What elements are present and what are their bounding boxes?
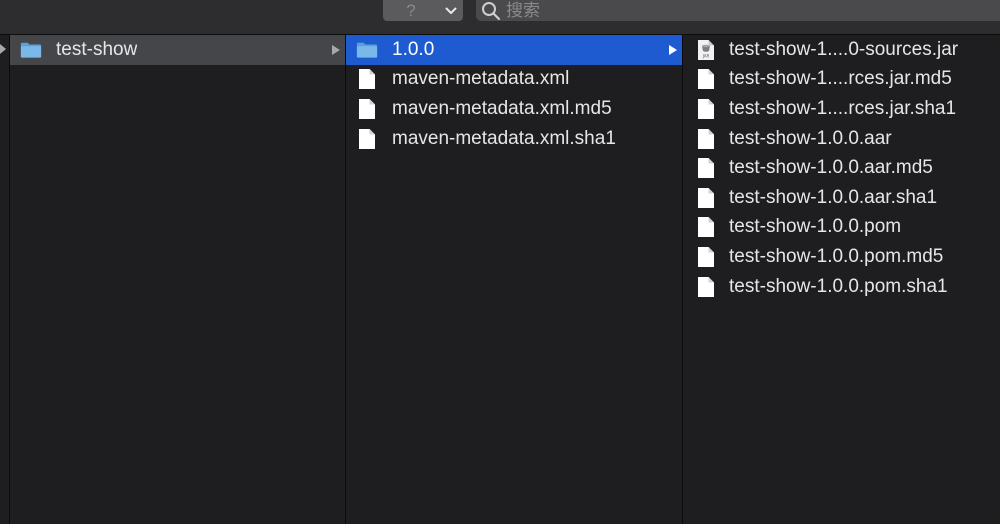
item-label: test-show-1....rces.jar.md5 xyxy=(729,68,952,90)
item-label: test-show-1.0.0.aar xyxy=(729,127,892,149)
document-icon xyxy=(695,187,717,209)
list-item-file[interactable]: test-show-1.0.0.aar.sha1 xyxy=(683,183,1000,213)
item-label: test-show-1....rces.jar.sha1 xyxy=(729,97,957,119)
item-label: maven-metadata.xml.sha1 xyxy=(392,127,616,149)
item-label: 1.0.0 xyxy=(392,38,435,60)
folder-icon xyxy=(356,39,378,61)
document-icon xyxy=(695,68,717,90)
item-label: test-show-1.0.0.aar.md5 xyxy=(729,157,933,179)
search-input[interactable] xyxy=(506,0,1000,21)
document-icon xyxy=(695,246,717,268)
document-icon xyxy=(695,216,717,238)
document-icon xyxy=(695,276,717,298)
list-item-file[interactable]: test-show-1....rces.jar.sha1 xyxy=(683,94,1000,124)
list-item-file[interactable]: test-show-1....rces.jar.md5 xyxy=(683,65,1000,95)
list-item-file[interactable]: maven-metadata.xml.md5 xyxy=(346,94,682,124)
search-box[interactable] xyxy=(476,0,1000,21)
document-icon xyxy=(356,98,378,120)
search-icon xyxy=(476,0,506,21)
help-icon: ? xyxy=(406,1,416,20)
expand-arrow-icon xyxy=(0,44,6,54)
folder-icon xyxy=(20,39,42,61)
jar-icon-text: JAR xyxy=(702,53,710,58)
list-item-file[interactable]: test-show-1.0.0.aar xyxy=(683,124,1000,154)
list-item-file[interactable]: test-show-1.0.0.pom.md5 xyxy=(683,242,1000,272)
document-icon xyxy=(356,68,378,90)
item-label: test-show xyxy=(56,38,138,60)
list-item-folder[interactable]: test-show xyxy=(10,35,345,65)
disclosure-arrow-icon xyxy=(332,44,340,55)
item-label: test-show-1.0.0.aar.sha1 xyxy=(729,186,938,208)
document-icon xyxy=(695,157,717,179)
chevron-down-icon xyxy=(445,7,457,14)
item-label: test-show-1....0-sources.jar xyxy=(729,38,959,60)
item-label: maven-metadata.xml.md5 xyxy=(392,97,612,119)
finder-window: ? 搜索 test-show 1.0.0 maven-metadata.xml … xyxy=(0,0,1000,524)
disclosure-arrow-icon xyxy=(669,44,677,55)
browser-column-previous[interactable] xyxy=(0,35,10,524)
help-dropdown-button[interactable] xyxy=(439,0,463,21)
browser-column-2[interactable]: 1.0.0 maven-metadata.xml maven-metadata.… xyxy=(346,35,683,524)
document-icon xyxy=(695,98,717,120)
list-item-file[interactable]: JAR test-show-1....0-sources.jar xyxy=(683,35,1000,65)
list-item-file[interactable]: test-show-1.0.0.pom xyxy=(683,213,1000,243)
list-item-folder[interactable]: 1.0.0 xyxy=(346,35,682,65)
jar-file-icon: JAR xyxy=(695,39,717,61)
list-item-file[interactable]: test-show-1.0.0.pom.sha1 xyxy=(683,272,1000,302)
column-browser: test-show 1.0.0 maven-metadata.xml maven… xyxy=(0,35,1000,524)
item-label: test-show-1.0.0.pom.md5 xyxy=(729,245,944,267)
list-item-file[interactable]: maven-metadata.xml.sha1 xyxy=(346,124,682,154)
list-item-file[interactable]: test-show-1.0.0.aar.md5 xyxy=(683,153,1000,183)
browser-column-1[interactable]: test-show xyxy=(10,35,346,524)
help-button-group: ? xyxy=(383,0,463,21)
document-icon xyxy=(695,128,717,150)
help-button[interactable]: ? xyxy=(383,0,439,21)
list-item-file[interactable]: maven-metadata.xml xyxy=(346,65,682,95)
toolbar: ? xyxy=(0,0,1000,35)
browser-column-3[interactable]: JAR test-show-1....0-sources.jar test-sh… xyxy=(683,35,1000,524)
item-label: test-show-1.0.0.pom xyxy=(729,216,902,238)
item-label: test-show-1.0.0.pom.sha1 xyxy=(729,275,948,297)
document-icon xyxy=(356,128,378,150)
item-label: maven-metadata.xml xyxy=(392,68,570,90)
